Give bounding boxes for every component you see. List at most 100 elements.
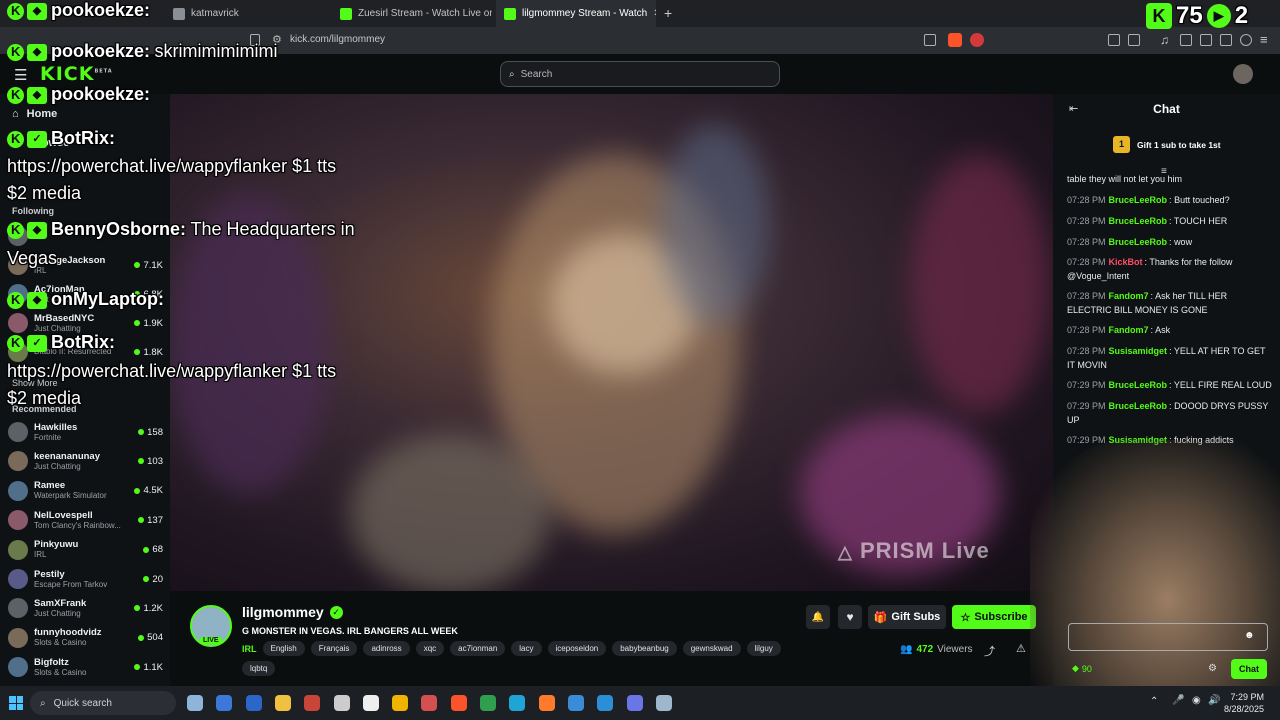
subscribe-button[interactable]: ☆ Subscribe [952, 605, 1036, 629]
tag-pill[interactable]: gewnskwad [682, 641, 741, 656]
sidebar-channel-nellovespell[interactable]: NelLovespell Tom Clancy's Rainbow... 137 [8, 506, 163, 534]
edge-icon[interactable] [509, 695, 526, 711]
wallet-icon[interactable] [1200, 34, 1212, 46]
sidebar-channel-pestily[interactable]: Pestily Escape From Tarkov 20 [8, 565, 163, 593]
user-avatar[interactable] [1233, 64, 1253, 84]
channel-name: Pinkyuwu [34, 539, 79, 551]
maps-icon[interactable] [421, 695, 438, 711]
hamburger-menu-icon[interactable]: ☰ [14, 66, 27, 84]
tag-pill[interactable]: babybeanbug [612, 641, 677, 656]
tag-pill[interactable]: adinross [363, 641, 410, 656]
vpn-icon[interactable] [1240, 34, 1252, 46]
emote-picker-icon[interactable]: ☻ [1244, 630, 1255, 641]
gift-rank-badge: 1 [1113, 136, 1130, 153]
gift-leaderboard-prompt[interactable]: 1 Gift 1 sub to take 1st [1113, 136, 1221, 153]
chrome-dev-icon[interactable] [392, 695, 409, 711]
tag-pill[interactable]: Français [310, 641, 358, 656]
tag-pill[interactable]: xqc [415, 641, 445, 656]
notification-bell-button[interactable]: 🔔 [806, 605, 830, 629]
windows-start-icon[interactable] [9, 696, 23, 710]
channel-points[interactable]: ◆ 90 [1072, 663, 1092, 674]
media-icon[interactable]: ♫ [1160, 33, 1169, 47]
chat-timestamp: 07:28 PM [1067, 291, 1106, 301]
tag-pill[interactable]: lilguy [746, 641, 781, 656]
chrome-icon[interactable] [480, 695, 496, 711]
screenshot-icon[interactable] [1128, 34, 1140, 46]
tab-zuesirl[interactable]: Zuesirl Stream - Watch Live on Kick [332, 0, 492, 27]
news-icon[interactable] [304, 695, 321, 711]
channel-avatar [8, 627, 28, 648]
gift-subs-button[interactable]: 🎁 Gift Subs [868, 605, 946, 629]
terminal-icon[interactable] [362, 695, 379, 711]
sidebar-channel-pinkyuwu[interactable]: Pinkyuwu IRL 68 [8, 536, 163, 564]
kick-logo[interactable]: KICKBETA [40, 63, 113, 85]
sidebar-channel-ramee[interactable]: Ramee Waterpark Simulator 4.5K [8, 477, 163, 505]
sidebar-channel-keenananunay[interactable]: keenananunay Just Chatting 103 [8, 447, 163, 475]
tag-pill[interactable]: lqbtq [242, 661, 276, 676]
chat-username[interactable]: Susisamidget [1109, 346, 1168, 356]
chat-message: 07:28 PM BruceLeeRob: Butt touched? [1067, 193, 1272, 207]
chat-timestamp: 07:29 PM [1067, 401, 1106, 411]
live-dot-icon [138, 458, 145, 465]
tray-overflow-icon[interactable]: ⌃ [1150, 696, 1158, 707]
chat-username[interactable]: BruceLeeRob [1109, 237, 1168, 247]
task-view-icon[interactable] [187, 695, 203, 711]
word-icon[interactable] [245, 695, 262, 711]
tab-lilgmommey[interactable]: lilgmommey Stream - Watch ✕ [496, 0, 656, 27]
channel-avatar [8, 539, 28, 560]
tab-katmavrick[interactable]: katmavrick [165, 0, 330, 27]
chat-username[interactable]: Fandom7 [1109, 325, 1149, 335]
steam-icon[interactable] [655, 695, 672, 711]
volume-icon[interactable]: 🔊 [1208, 695, 1220, 706]
url-field[interactable]: kick.com/lilgmommey [290, 34, 385, 45]
tag-pill[interactable]: ac7ionman [450, 641, 506, 656]
sidebar-channel-funnyhoodvidz[interactable]: funnyhoodvidz Slots & Casino 504 [8, 624, 163, 652]
sidebar-channel-bigfoltz[interactable]: Bigfoltz Slots & Casino 1.1K [8, 653, 163, 681]
sidebar-nav-home[interactable]: ⌂ Home [12, 108, 57, 120]
chat-settings-icon[interactable]: ⚙ [1208, 663, 1217, 674]
network-icon[interactable]: ◉ [1192, 695, 1201, 706]
chat-username[interactable]: BruceLeeRob [1109, 380, 1168, 390]
taskbar-clock[interactable]: 7:29 PM 8/28/2025 [1224, 691, 1264, 715]
tag-pill[interactable]: iceposeidon [547, 641, 607, 656]
sidebar-channel-hawkilles[interactable]: Hawkilles Fortnite 158 [8, 418, 163, 446]
discord-icon[interactable] [626, 695, 643, 711]
microphone-icon[interactable]: 🎤 [1172, 695, 1184, 706]
chat-username[interactable]: BruceLeeRob [1109, 216, 1168, 226]
channel-name[interactable]: lilgmommey [242, 604, 324, 620]
vscode-icon[interactable] [597, 695, 614, 711]
tag-pill[interactable]: English [262, 641, 305, 656]
firefox-icon[interactable] [538, 695, 555, 711]
chat-username[interactable]: BruceLeeRob [1109, 195, 1168, 205]
photos-icon[interactable] [567, 695, 584, 711]
brave-rewards-icon[interactable] [970, 33, 984, 47]
play-icon: ▶ [1206, 4, 1231, 28]
close-tab-icon[interactable]: ✕ [653, 8, 656, 19]
chat-username[interactable]: BruceLeeRob [1109, 401, 1168, 411]
channel-viewers: 20 [143, 574, 163, 585]
brave-icon[interactable] [450, 695, 467, 711]
chat-username[interactable]: Fandom7 [1109, 291, 1149, 301]
share-stream-icon[interactable]: ⤴ [984, 643, 995, 659]
channel-viewers: 1.9K [134, 318, 163, 329]
clock-icon[interactable] [333, 695, 350, 711]
share-icon[interactable] [924, 34, 936, 46]
follow-button[interactable]: ♥ [838, 605, 862, 629]
report-icon[interactable]: ⚠ [1016, 642, 1026, 655]
sidebar-toggle-icon[interactable] [1180, 34, 1192, 46]
tag-pill[interactable]: lacy [511, 641, 542, 656]
sidebar-channel-samxfrank[interactable]: SamXFrank Just Chatting 1.2K [8, 594, 163, 622]
file-explorer-icon[interactable] [274, 695, 291, 711]
new-tab-icon[interactable]: + [664, 5, 672, 21]
search-bar[interactable]: ⌕ Search [500, 61, 780, 87]
chat-input[interactable] [1068, 623, 1268, 651]
extensions-icon[interactable] [1108, 34, 1120, 46]
chat-send-button[interactable]: Chat [1231, 659, 1267, 679]
category-link[interactable]: IRL [242, 644, 257, 654]
brave-shields-icon[interactable] [948, 33, 962, 47]
downloads-icon[interactable] [1220, 34, 1232, 46]
store-icon[interactable] [216, 695, 233, 711]
menu-icon[interactable]: ≡ [1260, 32, 1268, 47]
taskbar-search[interactable]: ⌕ Quick search [30, 691, 176, 715]
chat-username[interactable]: KickBot [1109, 257, 1143, 267]
